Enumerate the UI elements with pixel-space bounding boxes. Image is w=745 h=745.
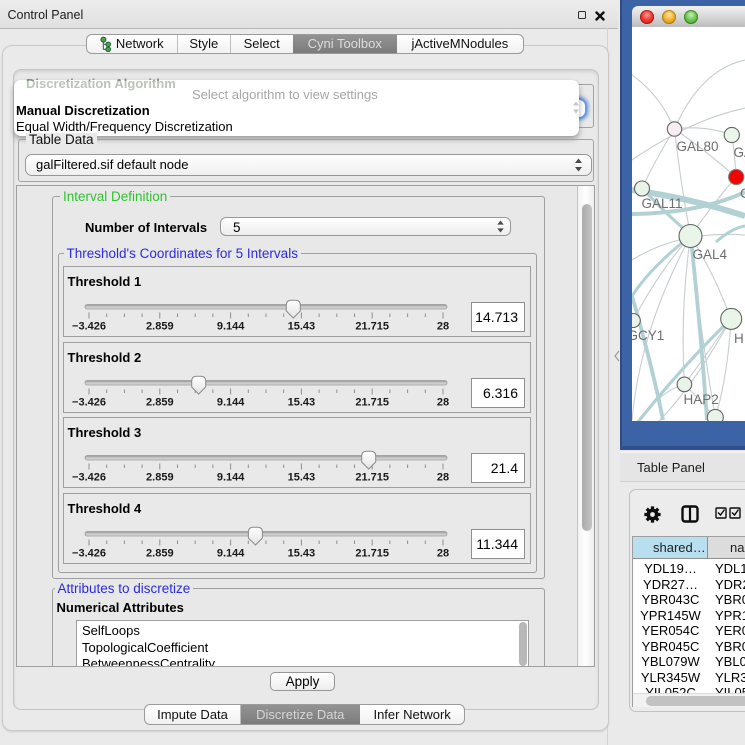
svg-text:21.715: 21.715 <box>355 396 389 408</box>
svg-text:28: 28 <box>437 547 449 559</box>
svg-text:9.144: 9.144 <box>217 547 245 559</box>
svg-text:CYC8: CYC8 <box>740 186 745 201</box>
svg-text:HAP2: HAP2 <box>684 392 719 407</box>
svg-text:9.144: 9.144 <box>217 321 245 333</box>
svg-text:21.715: 21.715 <box>355 547 389 559</box>
svg-text:GCY1: GCY1 <box>632 328 664 343</box>
svg-text:2.859: 2.859 <box>146 396 174 408</box>
svg-text:−3.426: −3.426 <box>72 472 106 484</box>
svg-text:2.859: 2.859 <box>146 321 174 333</box>
svg-text:28: 28 <box>437 396 449 408</box>
svg-text:9.144: 9.144 <box>217 396 245 408</box>
svg-text:−3.426: −3.426 <box>72 547 106 559</box>
svg-text:15.43: 15.43 <box>288 321 316 333</box>
svg-text:−3.426: −3.426 <box>72 321 106 333</box>
svg-text:GAL11: GAL11 <box>642 196 683 211</box>
svg-text:HIS4: HIS4 <box>734 331 745 346</box>
svg-text:2.859: 2.859 <box>146 547 174 559</box>
svg-text:GAL80: GAL80 <box>677 139 719 154</box>
svg-text:GAL4: GAL4 <box>693 247 728 262</box>
svg-text:21.715: 21.715 <box>355 472 389 484</box>
svg-text:15.43: 15.43 <box>288 472 316 484</box>
svg-text:15.43: 15.43 <box>288 547 316 559</box>
svg-text:15.43: 15.43 <box>288 396 316 408</box>
svg-text:21.715: 21.715 <box>355 321 389 333</box>
svg-text:2.859: 2.859 <box>146 472 174 484</box>
svg-text:−3.426: −3.426 <box>72 396 106 408</box>
svg-text:9.144: 9.144 <box>217 472 245 484</box>
svg-text:28: 28 <box>437 321 449 333</box>
svg-text:28: 28 <box>437 472 449 484</box>
svg-text:GAL3: GAL3 <box>734 145 745 160</box>
